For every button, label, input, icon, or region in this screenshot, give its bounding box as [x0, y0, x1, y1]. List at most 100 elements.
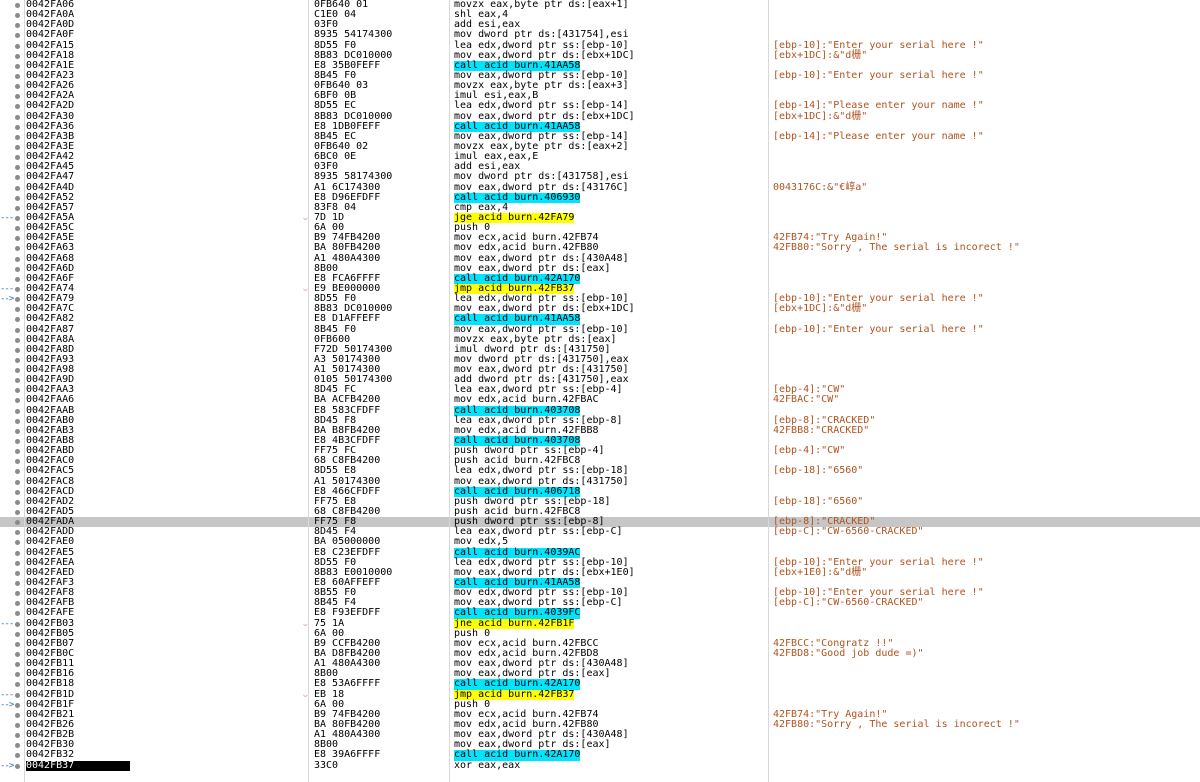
breakpoint-gutter[interactable]: [0, 152, 25, 162]
breakpoint-gutter[interactable]: [0, 223, 25, 233]
disasm-row[interactable]: 0042FA18 8B83 DC010000 mov eax,dword ptr d…: [0, 50, 1200, 61]
breakpoint-dot-icon[interactable]: [15, 43, 20, 49]
disasm-row[interactable]: 0042FB30 8B00 mov eax,dword ptr ds:[eax]: [0, 740, 1200, 750]
breakpoint-dot-icon[interactable]: [15, 712, 20, 718]
breakpoint-dot-icon[interactable]: [15, 134, 20, 140]
disasm-row[interactable]: 0042FA30 8B83 DC010000 mov eax,dword ptr d…: [0, 111, 1200, 122]
breakpoint-gutter[interactable]: [0, 325, 25, 335]
breakpoint-gutter[interactable]: [0, 710, 25, 720]
address-cell[interactable]: 0042FA82: [26, 314, 306, 324]
breakpoint-dot-icon[interactable]: [15, 722, 20, 728]
breakpoint-dot-icon[interactable]: [15, 155, 20, 161]
breakpoint-gutter[interactable]: [0, 264, 25, 274]
breakpoint-gutter[interactable]: [0, 41, 25, 51]
breakpoint-dot-icon[interactable]: [15, 733, 20, 739]
breakpoint-dot-icon[interactable]: [15, 307, 20, 313]
breakpoint-gutter[interactable]: [0, 203, 25, 213]
breakpoint-dot-icon[interactable]: [15, 621, 20, 627]
disasm-row[interactable]: 0042FA5E B9 74FB4200 mov ecx,acid burn.42F…: [0, 233, 1200, 243]
breakpoint-gutter[interactable]: [0, 416, 25, 426]
breakpoint-gutter[interactable]: [0, 51, 25, 61]
breakpoint-dot-icon[interactable]: [15, 327, 20, 333]
breakpoint-dot-icon[interactable]: [15, 357, 20, 363]
instruction-cell[interactable]: xor eax,eax: [454, 760, 520, 771]
breakpoint-dot-icon[interactable]: [15, 570, 20, 576]
disasm-row[interactable]: --- 0042FB1D ⌵ EB 18 jmp acid burn.42FB37: [0, 689, 1200, 700]
breakpoint-gutter[interactable]: [0, 750, 25, 760]
breakpoint-dot-icon[interactable]: [15, 611, 20, 617]
breakpoint-dot-icon[interactable]: [15, 33, 20, 39]
disasm-row[interactable]: 0042FAA3 8D45 FC lea eax,dword ptr ss:[ebp…: [0, 385, 1200, 395]
breakpoint-dot-icon[interactable]: [15, 246, 20, 252]
breakpoint-dot-icon[interactable]: [15, 652, 20, 657]
breakpoint-gutter[interactable]: [0, 142, 25, 152]
breakpoint-dot-icon[interactable]: [15, 530, 20, 536]
breakpoint-gutter[interactable]: [0, 588, 25, 598]
breakpoint-gutter[interactable]: [0, 639, 25, 649]
breakpoint-dot-icon[interactable]: [15, 469, 20, 475]
breakpoint-gutter[interactable]: [0, 193, 25, 203]
breakpoint-dot-icon[interactable]: [15, 743, 20, 749]
disasm-row[interactable]: 0042FA52 E8 D96EFDFF call acid burn.406930: [0, 192, 1200, 203]
breakpoint-gutter[interactable]: [0, 649, 25, 659]
breakpoint-dot-icon[interactable]: [15, 540, 20, 546]
breakpoint-dot-icon[interactable]: [15, 662, 20, 668]
instruction-cell[interactable]: mov edx,acid burn.42FB80: [454, 243, 599, 253]
disasm-row[interactable]: 0042FA3E 0FB640 02 movzx eax,byte ptr ds:[…: [0, 141, 1200, 152]
disasm-row[interactable]: 0042FA6D 8B00 mov eax,dword ptr ds:[eax]: [0, 263, 1200, 274]
breakpoint-dot-icon[interactable]: [15, 601, 20, 607]
breakpoint-dot-icon[interactable]: [15, 408, 20, 414]
disasm-row[interactable]: 0042FB16 8B00 mov eax,dword ptr ds:[eax]: [0, 669, 1200, 679]
disasm-row[interactable]: 0042FA82 E8 D1AFFEFF call acid burn.41AA58: [0, 314, 1200, 325]
breakpoint-gutter[interactable]: [0, 446, 25, 456]
breakpoint-dot-icon[interactable]: [15, 550, 20, 556]
breakpoint-gutter[interactable]: [0, 254, 25, 264]
breakpoint-gutter[interactable]: -->: [0, 700, 25, 710]
breakpoint-gutter[interactable]: [0, 101, 25, 111]
breakpoint-gutter[interactable]: [0, 375, 25, 385]
breakpoint-dot-icon[interactable]: [15, 13, 20, 19]
breakpoint-dot-icon[interactable]: [15, 398, 20, 404]
breakpoint-dot-icon[interactable]: [15, 560, 20, 566]
breakpoint-dot-icon[interactable]: [15, 337, 20, 343]
breakpoint-dot-icon[interactable]: [15, 439, 20, 445]
disasm-row[interactable]: --> 0042FB37 33C0 xor eax,eax: [0, 760, 1200, 771]
breakpoint-gutter[interactable]: -->: [0, 294, 25, 304]
breakpoint-dot-icon[interactable]: [15, 63, 20, 69]
disasm-row[interactable]: 0042FAB0 8D45 F8 lea eax,dword ptr ss:[ebp…: [0, 415, 1200, 426]
breakpoint-gutter[interactable]: [0, 659, 25, 669]
breakpoint-gutter[interactable]: [0, 740, 25, 750]
breakpoint-dot-icon[interactable]: [15, 479, 20, 485]
breakpoint-gutter[interactable]: [0, 335, 25, 345]
breakpoint-gutter[interactable]: [0, 629, 25, 639]
breakpoint-gutter[interactable]: [0, 10, 25, 20]
breakpoint-gutter[interactable]: [0, 426, 25, 436]
disasm-row[interactable]: 0042FAD2 FF75 E8 push dword ptr ss:[ebp-18…: [0, 496, 1200, 507]
breakpoint-gutter[interactable]: [0, 537, 25, 547]
breakpoint-dot-icon[interactable]: [15, 378, 20, 384]
breakpoint-gutter[interactable]: [0, 406, 25, 416]
breakpoint-gutter[interactable]: [0, 507, 25, 517]
disasm-row[interactable]: 0042FABD FF75 FC push dword ptr ss:[ebp-4]…: [0, 446, 1200, 456]
disasm-row[interactable]: 0042FB21 B9 74FB4200 mov ecx,acid burn.42F…: [0, 709, 1200, 720]
disasm-row[interactable]: 0042FA63 BA 80FB4200 mov edx,acid burn.42F…: [0, 243, 1200, 253]
breakpoint-gutter[interactable]: [0, 81, 25, 91]
breakpoint-gutter[interactable]: [0, 61, 25, 71]
breakpoint-gutter[interactable]: [0, 183, 25, 193]
breakpoint-gutter[interactable]: [0, 132, 25, 142]
breakpoint-dot-icon[interactable]: [15, 489, 20, 495]
breakpoint-gutter[interactable]: [0, 345, 25, 355]
breakpoint-gutter[interactable]: ---: [0, 619, 25, 629]
breakpoint-gutter[interactable]: [0, 456, 25, 466]
breakpoint-gutter[interactable]: [0, 172, 25, 182]
disasm-row[interactable]: 0042FAFE E8 F93EFDFF call acid burn.4039FC: [0, 608, 1200, 619]
address-cell[interactable]: 0042FB37: [26, 760, 130, 771]
breakpoint-dot-icon[interactable]: [15, 53, 20, 59]
breakpoint-dot-icon[interactable]: [15, 286, 20, 292]
disasm-row[interactable]: 0042FA0A C1E0 04 shl eax,4: [0, 9, 1200, 20]
breakpoint-gutter[interactable]: [0, 558, 25, 568]
disasm-row[interactable]: --- 0042FA5A ⌵ 7D 1D jge acid burn.42FA79: [0, 212, 1200, 224]
breakpoint-dot-icon[interactable]: [15, 144, 20, 150]
breakpoint-dot-icon[interactable]: [15, 297, 20, 303]
breakpoint-dot-icon[interactable]: [15, 185, 20, 191]
